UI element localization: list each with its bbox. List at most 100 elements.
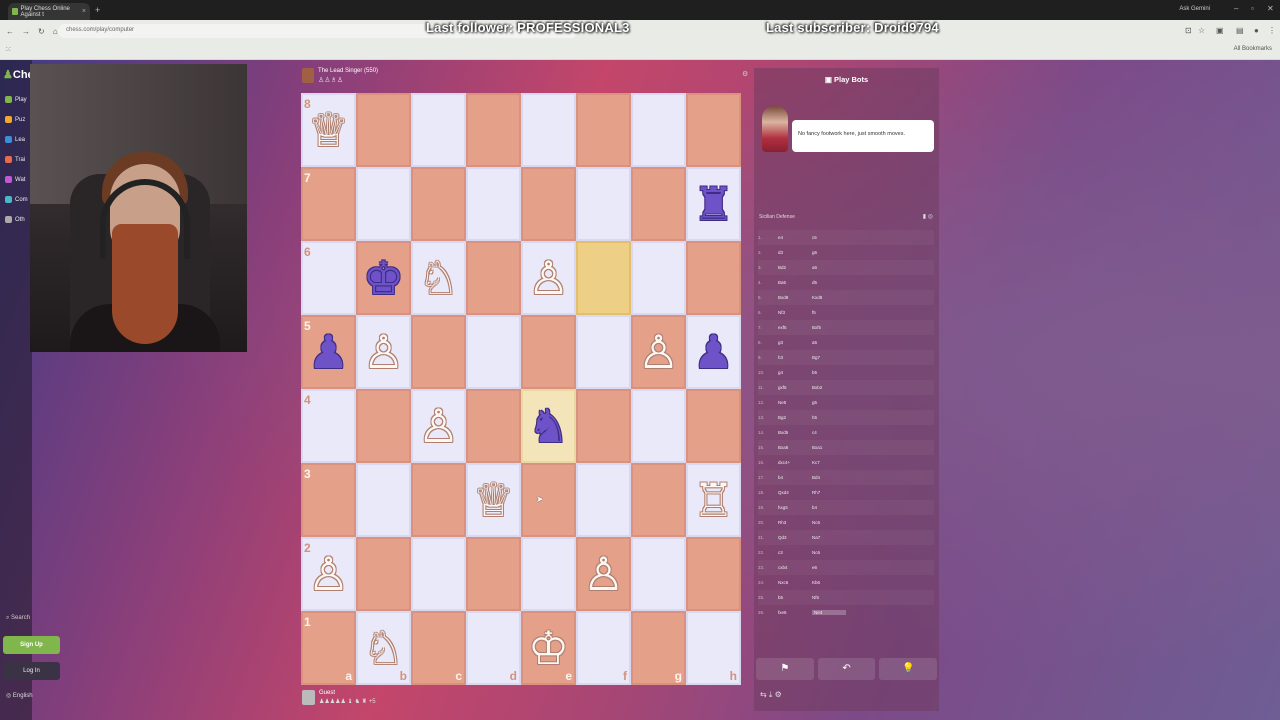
white-move[interactable]: Ne5: [778, 400, 812, 405]
square-b3[interactable]: [356, 463, 411, 537]
white-move[interactable]: e4: [778, 235, 812, 240]
square-d3[interactable]: ♕: [466, 463, 521, 537]
new-tab-button[interactable]: +: [95, 5, 100, 15]
white-move[interactable]: Rh3: [778, 520, 812, 525]
sidebar-item-4[interactable]: Wat: [5, 176, 25, 183]
square-a7[interactable]: 7: [301, 167, 356, 241]
white-move[interactable]: Bd2: [778, 265, 812, 270]
maximize-icon[interactable]: ▫: [1251, 4, 1254, 13]
square-c1[interactable]: c: [411, 611, 466, 685]
square-c3[interactable]: [411, 463, 466, 537]
black-move[interactable]: c5: [812, 235, 846, 240]
black-move[interactable]: Bxa1: [812, 445, 846, 450]
square-h7[interactable]: ♜: [686, 167, 741, 241]
square-c7[interactable]: [411, 167, 466, 241]
chess-board[interactable]: 8 ♕ 7 ♜ 6 ♚ ♘ ♙ 5 ♟ ♙ ♙ ♟ 4 ♙ ♞ 3 ♕ ♖ 2 ♙ ♙ 1 a b ♘ c d e ♔ f g h: [301, 93, 741, 685]
piece-a8[interactable]: ♕: [308, 107, 349, 153]
square-f3[interactable]: [576, 463, 631, 537]
square-a6[interactable]: 6: [301, 241, 356, 315]
piece-g5[interactable]: ♙: [638, 329, 679, 375]
white-move[interactable]: b4: [778, 475, 812, 480]
square-e4[interactable]: ♞: [521, 389, 576, 463]
square-b8[interactable]: [356, 93, 411, 167]
piece-e4[interactable]: ♞: [528, 403, 569, 449]
square-d7[interactable]: [466, 167, 521, 241]
piece-a2[interactable]: ♙: [308, 551, 349, 597]
white-move[interactable]: c3: [778, 550, 812, 555]
square-g2[interactable]: [631, 537, 686, 611]
black-move[interactable]: Nf6: [812, 595, 846, 600]
square-h2[interactable]: [686, 537, 741, 611]
black-move[interactable]: Rh7: [812, 490, 846, 495]
square-a5[interactable]: 5 ♟: [301, 315, 356, 389]
sidebar-item-2[interactable]: Lea: [5, 136, 25, 143]
white-move[interactable]: hxg5: [778, 505, 812, 510]
white-move[interactable]: Ba5: [778, 280, 812, 285]
square-g8[interactable]: [631, 93, 686, 167]
square-a3[interactable]: 3: [301, 463, 356, 537]
white-move[interactable]: d3: [778, 250, 812, 255]
black-move[interactable]: Nc6: [812, 520, 846, 525]
square-e3[interactable]: [521, 463, 576, 537]
piece-b6[interactable]: ♚: [363, 255, 404, 301]
extensions-icon[interactable]: ▣: [1216, 26, 1224, 35]
white-move[interactable]: gxf5: [778, 385, 812, 390]
sign-up-button[interactable]: Sign Up: [3, 636, 60, 654]
black-move[interactable]: Bd4: [812, 475, 846, 480]
board-settings-icon[interactable]: ⚙: [742, 70, 748, 78]
square-c2[interactable]: [411, 537, 466, 611]
black-move[interactable]: a6: [812, 265, 846, 270]
square-b5[interactable]: ♙: [356, 315, 411, 389]
square-g7[interactable]: [631, 167, 686, 241]
white-move[interactable]: Qxd4: [778, 490, 812, 495]
black-move[interactable]: d5: [812, 280, 846, 285]
square-f2[interactable]: ♙: [576, 537, 631, 611]
browser-menu-icon[interactable]: ⋮: [1268, 26, 1276, 35]
square-b6[interactable]: ♚: [356, 241, 411, 315]
opening-book-icon[interactable]: ▮ ◎: [923, 213, 933, 220]
square-e2[interactable]: [521, 537, 576, 611]
ask-gemini-button[interactable]: Ask Gemini: [1179, 6, 1210, 12]
profile-avatar[interactable]: ●: [1254, 26, 1259, 35]
square-g3[interactable]: [631, 463, 686, 537]
square-h6[interactable]: [686, 241, 741, 315]
window-close-icon[interactable]: ✕: [1267, 4, 1274, 13]
black-move[interactable]: b4: [812, 505, 846, 510]
square-a8[interactable]: 8 ♕: [301, 93, 356, 167]
piece-h7[interactable]: ♜: [693, 181, 734, 227]
square-g4[interactable]: [631, 389, 686, 463]
black-move[interactable]: b5: [812, 370, 846, 375]
white-move[interactable]: exf5: [778, 325, 812, 330]
square-b4[interactable]: [356, 389, 411, 463]
reload-icon[interactable]: ↻: [38, 27, 45, 36]
language-selector[interactable]: ◎ English: [6, 692, 33, 699]
square-a1[interactable]: 1a: [301, 611, 356, 685]
white-move[interactable]: fxe6: [778, 610, 812, 615]
black-move[interactable]: Nc6: [812, 550, 846, 555]
square-d5[interactable]: [466, 315, 521, 389]
hint-button[interactable]: 💡: [879, 658, 938, 680]
minimize-icon[interactable]: –: [1234, 4, 1238, 13]
square-f5[interactable]: [576, 315, 631, 389]
square-g6[interactable]: [631, 241, 686, 315]
black-move[interactable]: f5: [812, 310, 846, 315]
white-move[interactable]: g3: [778, 340, 812, 345]
square-h8[interactable]: [686, 93, 741, 167]
apps-grid-icon[interactable]: ⁙: [5, 45, 12, 54]
black-move[interactable]: g5: [812, 400, 846, 405]
sidebar-item-0[interactable]: Play: [5, 96, 27, 103]
square-f4[interactable]: [576, 389, 631, 463]
square-a4[interactable]: 4: [301, 389, 356, 463]
white-move[interactable]: cxb4: [778, 565, 812, 570]
black-move[interactable]: Na7: [812, 535, 846, 540]
sidebar-item-6[interactable]: Oth: [5, 216, 25, 223]
square-h3[interactable]: ♖: [686, 463, 741, 537]
white-move[interactable]: Bxd5: [778, 430, 812, 435]
piece-b5[interactable]: ♙: [363, 329, 404, 375]
square-b1[interactable]: b ♘: [356, 611, 411, 685]
sidebar-item-5[interactable]: Com: [5, 196, 28, 203]
piece-d3[interactable]: ♕: [473, 477, 514, 523]
black-move[interactable]: e6: [812, 565, 846, 570]
square-c4[interactable]: ♙: [411, 389, 466, 463]
black-move[interactable]: Ne4: [812, 610, 846, 615]
